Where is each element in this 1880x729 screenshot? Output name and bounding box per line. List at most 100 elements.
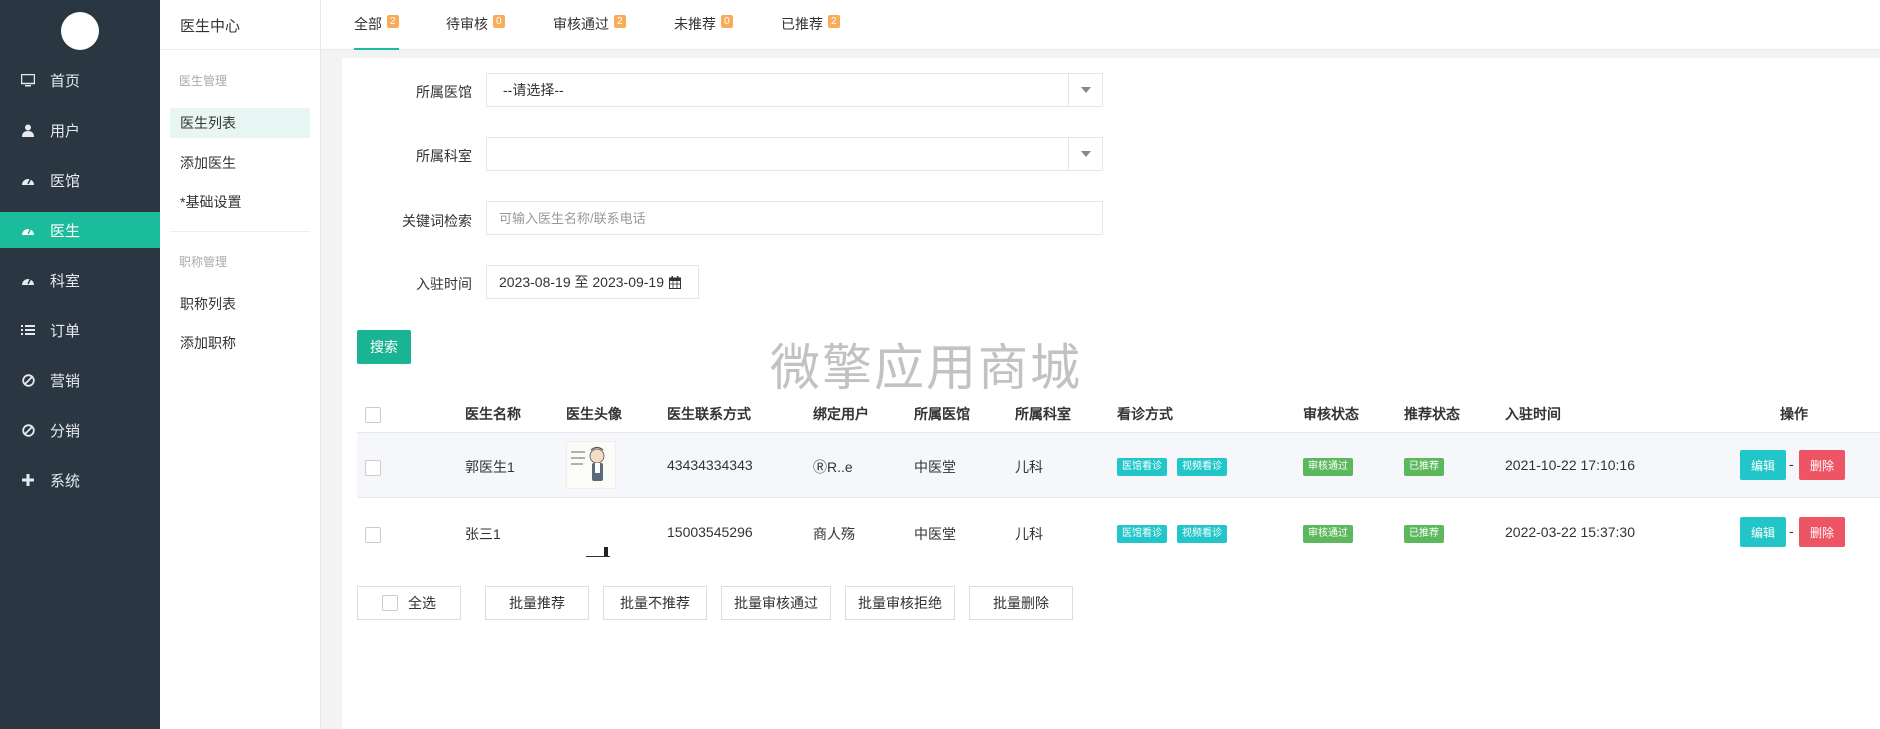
bulk-delete-button[interactable]: 批量删除	[969, 586, 1073, 620]
chevron-down-icon	[1068, 138, 1102, 170]
row-checkbox[interactable]	[365, 460, 381, 476]
hospital-select-value: --请选择--	[503, 82, 564, 98]
monitor-icon	[20, 72, 36, 88]
tab-not-recommended[interactable]: 未推荐 0	[674, 14, 733, 50]
dashboard-icon	[20, 172, 36, 188]
tab-label: 已推荐	[781, 16, 823, 32]
subnav-title-list[interactable]: 职称列表	[170, 289, 310, 319]
tab-label: 待审核	[446, 16, 488, 32]
count-badge: 2	[387, 15, 399, 28]
subnav-add-doctor[interactable]: 添加医生	[170, 148, 310, 178]
doctor-avatar-image	[586, 544, 610, 558]
avatar[interactable]	[61, 12, 99, 50]
col-header-recommend: 推荐状态	[1404, 406, 1460, 422]
sidebar-item-label: 系统	[50, 472, 81, 490]
count-badge: 0	[493, 15, 505, 28]
plus-icon	[20, 472, 36, 488]
select-all-checkbox[interactable]	[382, 595, 398, 611]
sidebar-item-marketing[interactable]: 营销	[0, 362, 160, 398]
search-button[interactable]: 搜索	[357, 330, 411, 364]
col-header-time: 入驻时间	[1505, 406, 1561, 422]
ban-icon	[20, 422, 36, 438]
row-checkbox[interactable]	[365, 527, 381, 543]
keyword-search-input[interactable]	[486, 201, 1103, 235]
mode-badge-clinic: 医馆看诊	[1117, 525, 1167, 543]
select-all-checkbox-header[interactable]	[365, 407, 381, 423]
tab-label: 未推荐	[674, 16, 716, 32]
recommend-status-badge: 已推荐	[1404, 458, 1444, 476]
sidebar-item-home[interactable]: 首页	[0, 62, 160, 98]
col-header-name: 医生名称	[465, 406, 521, 422]
tab-recommended[interactable]: 已推荐 2	[781, 14, 840, 50]
select-all-button[interactable]: 全选	[357, 586, 461, 620]
chevron-down-icon	[1068, 74, 1102, 106]
sidebar-item-order[interactable]: 订单	[0, 312, 160, 348]
recommend-status-badge: 已推荐	[1404, 525, 1444, 543]
sidebar-item-hospital[interactable]: 医馆	[0, 162, 160, 198]
user-icon	[20, 122, 36, 138]
sidebar-item-label: 首页	[50, 72, 81, 90]
department-name: 儿科	[1015, 459, 1043, 475]
mode-badge-clinic: 医馆看诊	[1117, 458, 1167, 476]
sidebar-item-user[interactable]: 用户	[0, 112, 160, 148]
hospital-select[interactable]: --请选择--	[486, 73, 1103, 107]
sidebar-item-label: 医馆	[50, 172, 81, 190]
sidebar-item-label: 营销	[50, 372, 81, 390]
sidebar-item-label: 医生	[50, 222, 81, 240]
mode-badge-video: 视频看诊	[1177, 458, 1227, 476]
bulk-approve-button[interactable]: 批量审核通过	[721, 586, 831, 620]
subnav-group-label: 职称管理	[179, 255, 228, 269]
bound-user: ⓇR..e	[813, 459, 853, 475]
main-sidebar: 首页 用户 医馆 医生 科室 订单 营销 分销 系统	[0, 0, 160, 729]
ban-icon	[20, 372, 36, 388]
app-root: 首页 用户 医馆 医生 科室 订单 营销 分销 系统 医生中心 医生管理 医生列…	[0, 0, 1880, 729]
sidebar-item-system[interactable]: 系统	[0, 462, 160, 498]
col-header-phone: 医生联系方式	[667, 406, 751, 422]
tab-all[interactable]: 全部 2	[354, 14, 399, 50]
join-time: 2021-10-22 17:10:16	[1505, 457, 1635, 473]
doctor-name: 张三1	[465, 526, 501, 542]
bulk-recommend-button[interactable]: 批量推荐	[485, 586, 589, 620]
department-select[interactable]	[486, 137, 1103, 171]
keyword-label: 关键词检索	[402, 213, 472, 229]
mode-badge-video: 视频看诊	[1177, 525, 1227, 543]
subnav-title: 医生中心	[180, 18, 241, 35]
subnav-add-title[interactable]: 添加职称	[170, 328, 310, 358]
select-all-label: 全选	[408, 595, 436, 611]
delete-button[interactable]: 删除	[1799, 517, 1845, 547]
date-range-input[interactable]: 2023-08-19 至 2023-09-19	[486, 265, 699, 299]
bulk-unrecommend-button[interactable]: 批量不推荐	[603, 586, 707, 620]
col-header-audit: 审核状态	[1303, 406, 1359, 422]
divider	[160, 49, 320, 50]
action-separator: -	[1789, 523, 1794, 539]
count-badge: 2	[614, 15, 626, 28]
doctor-name: 郭医生1	[465, 459, 515, 475]
edit-button[interactable]: 编辑	[1740, 517, 1786, 547]
doctor-phone: 43434334343	[667, 457, 753, 473]
tab-approved[interactable]: 审核通过 2	[553, 14, 626, 50]
col-header-user: 绑定用户	[813, 406, 869, 422]
bulk-reject-button[interactable]: 批量审核拒绝	[845, 586, 955, 620]
sidebar-item-distribution[interactable]: 分销	[0, 412, 160, 448]
subnav-doctor-list[interactable]: 医生列表	[170, 108, 310, 138]
col-header-department: 所属科室	[1015, 406, 1071, 422]
watermark: 微擎应用商城	[770, 339, 1082, 397]
col-header-mode: 看诊方式	[1117, 406, 1173, 422]
tab-pending[interactable]: 待审核 0	[446, 14, 505, 50]
audit-status-badge: 审核通过	[1303, 458, 1353, 476]
sidebar-item-department[interactable]: 科室	[0, 262, 160, 298]
delete-button[interactable]: 删除	[1799, 450, 1845, 480]
list-icon	[20, 322, 36, 338]
edit-button[interactable]: 编辑	[1740, 450, 1786, 480]
subnav-group-label: 医生管理	[179, 74, 228, 88]
department-label: 所属科室	[416, 148, 472, 164]
divider	[170, 231, 310, 232]
sidebar-item-doctor[interactable]: 医生	[0, 212, 160, 248]
tab-label: 全部	[354, 16, 382, 32]
secondary-sidebar: 医生中心 医生管理 医生列表 添加医生 *基础设置 职称管理 职称列表 添加职称	[160, 0, 321, 729]
hospital-name: 中医堂	[914, 459, 956, 475]
action-separator: -	[1789, 456, 1794, 472]
tab-label: 审核通过	[553, 16, 609, 32]
date-range-value: 2023-08-19 至 2023-09-19	[499, 274, 665, 290]
subnav-basic-settings[interactable]: *基础设置	[170, 187, 310, 217]
